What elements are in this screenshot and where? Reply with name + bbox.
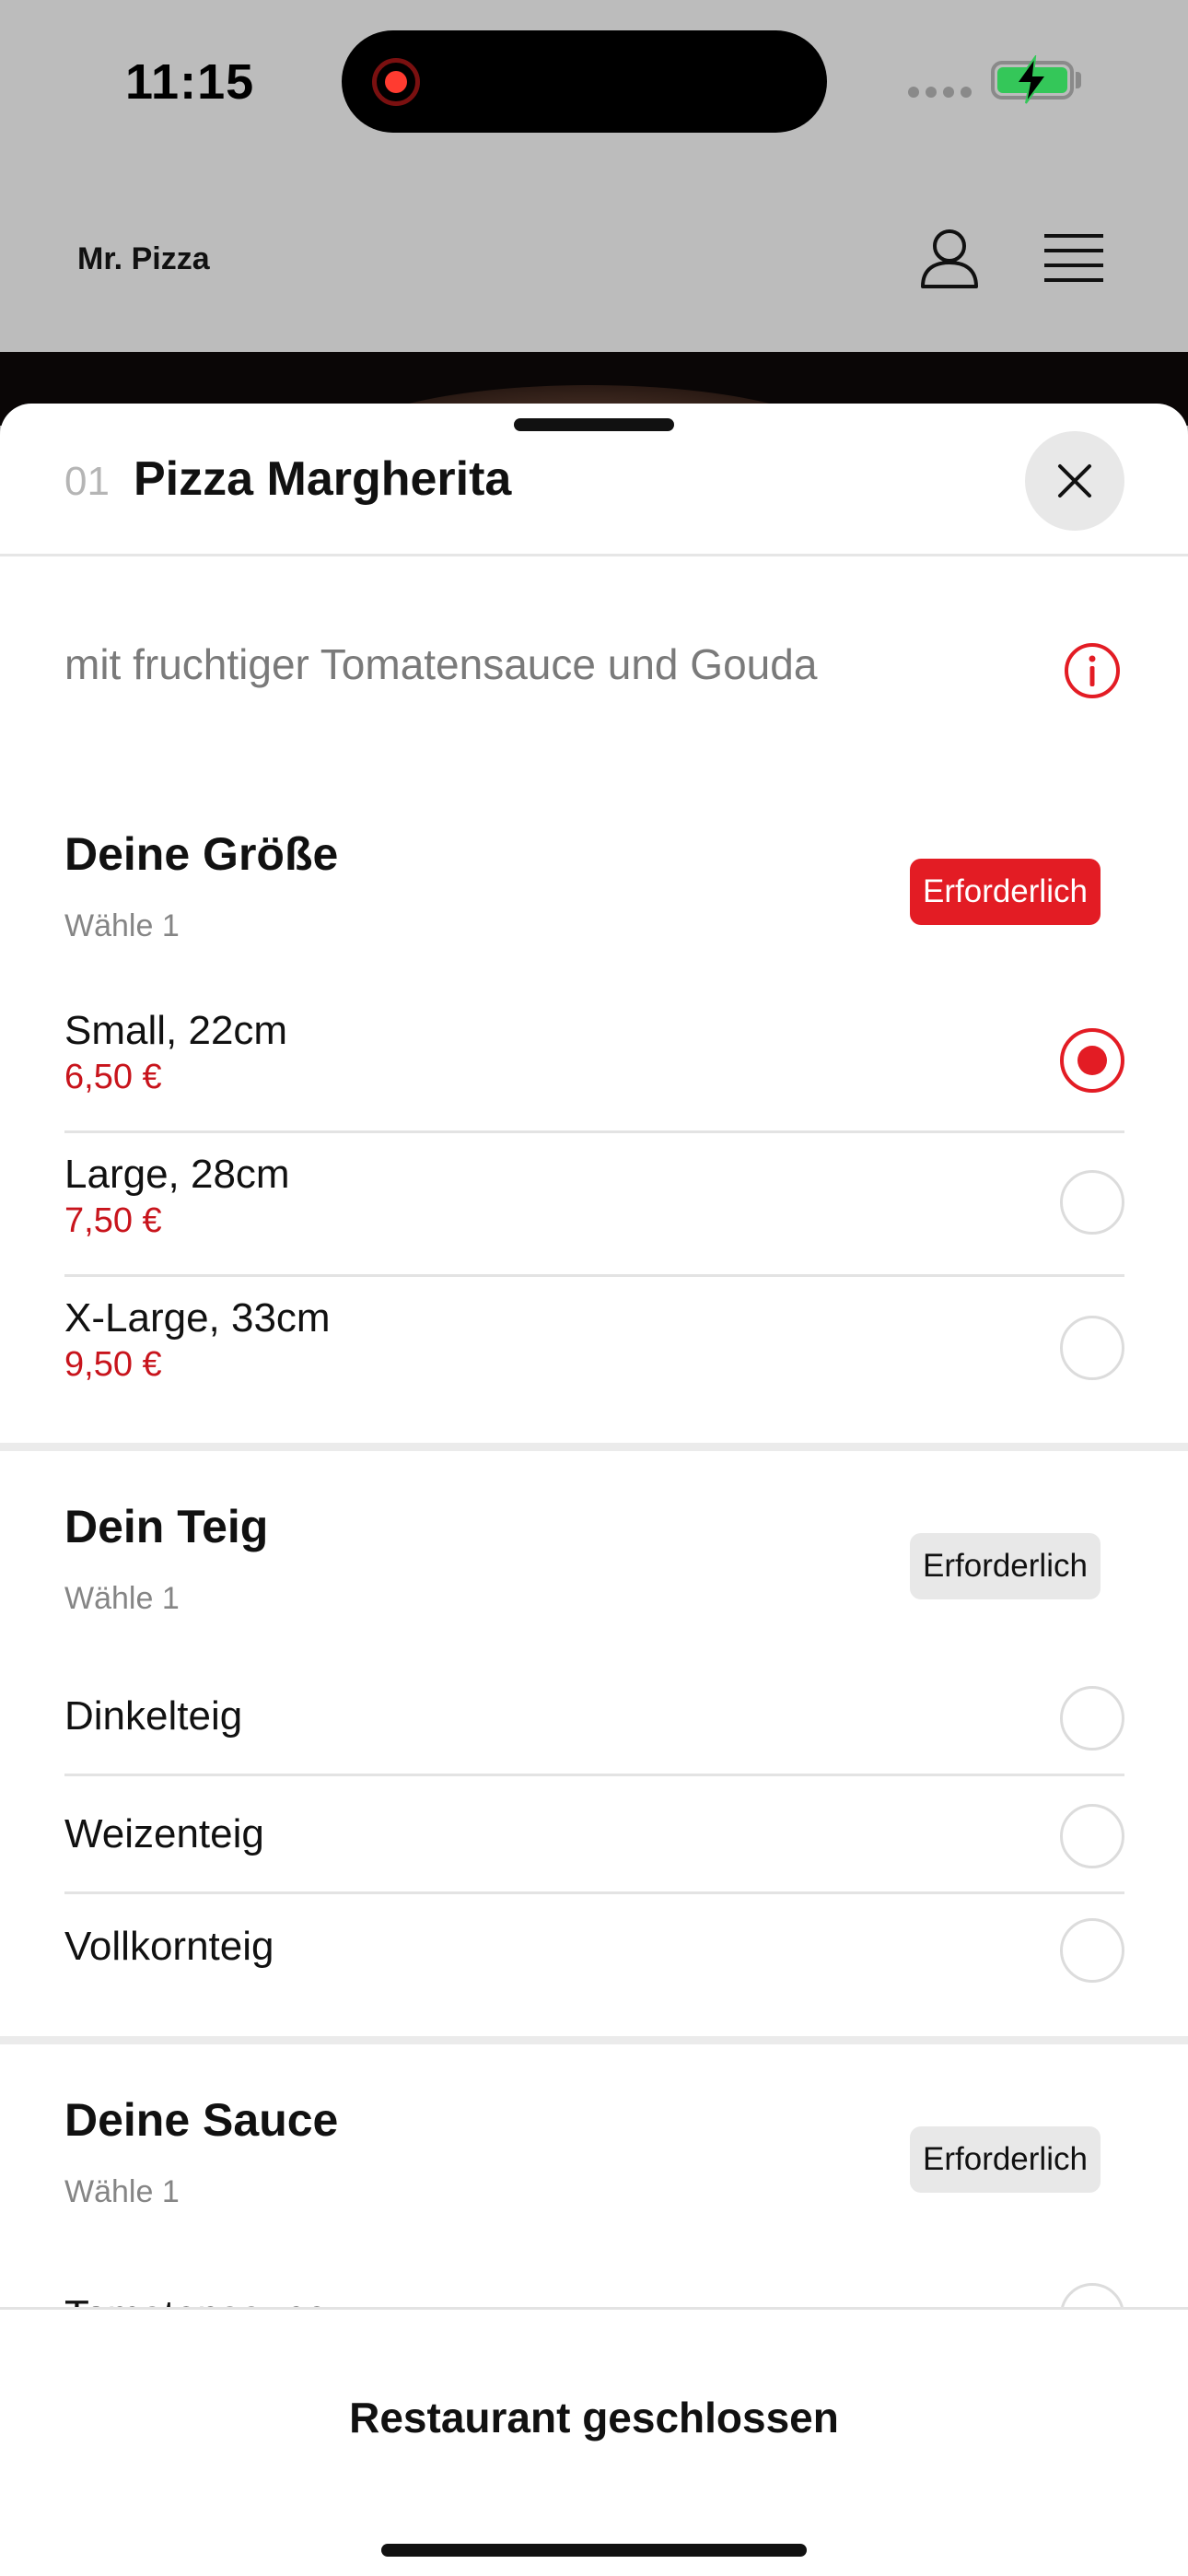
size-required-badge: Erforderlich bbox=[910, 859, 1101, 925]
sauce-required-badge: Erforderlich bbox=[910, 2126, 1101, 2193]
sauce-title: Deine Sauce bbox=[64, 2094, 339, 2146]
size-option-xlarge[interactable]: X-Large, 33cm 9,50 € bbox=[64, 1277, 1124, 1391]
option-label: Large, 28cm bbox=[64, 1152, 290, 1197]
dynamic-island bbox=[342, 30, 827, 133]
radio-selected[interactable] bbox=[1060, 1028, 1124, 1093]
option-label: Weizenteig bbox=[64, 1811, 264, 1856]
hamburger-menu-icon[interactable] bbox=[1044, 232, 1103, 284]
size-option-large[interactable]: Large, 28cm 7,50 € bbox=[64, 1133, 1124, 1277]
radio-unselected[interactable] bbox=[1060, 1170, 1124, 1235]
screen-recording-icon bbox=[372, 58, 420, 106]
status-time: 11:15 bbox=[125, 54, 255, 110]
user-icon[interactable] bbox=[917, 226, 982, 290]
item-number: 01 bbox=[64, 459, 110, 504]
item-description: mit fruchtiger Tomatensauce und Gouda bbox=[64, 640, 818, 688]
radio-unselected[interactable] bbox=[1060, 1918, 1124, 1983]
close-button[interactable] bbox=[1025, 431, 1124, 531]
size-subtitle: Wähle 1 bbox=[64, 908, 180, 943]
option-label: X-Large, 33cm bbox=[64, 1295, 331, 1341]
item-title: Pizza Margherita bbox=[134, 452, 512, 506]
section-divider bbox=[0, 2036, 1188, 2044]
option-price: 9,50 € bbox=[64, 1345, 162, 1384]
charging-bolt-icon bbox=[1015, 55, 1048, 104]
radio-unselected[interactable] bbox=[1060, 1686, 1124, 1751]
app-header: Mr. Pizza bbox=[0, 166, 1188, 352]
option-label: Dinkelteig bbox=[64, 1693, 243, 1739]
dough-title: Dein Teig bbox=[64, 1501, 269, 1552]
radio-unselected[interactable] bbox=[1060, 1316, 1124, 1380]
cellular-signal-icon bbox=[908, 87, 972, 98]
order-footer: Restaurant geschlossen bbox=[0, 2307, 1188, 2576]
dough-option-dinkel[interactable]: Dinkelteig bbox=[64, 1658, 1124, 1776]
battery-cap bbox=[1076, 72, 1081, 88]
info-icon[interactable] bbox=[1063, 641, 1122, 700]
option-label: Small, 22cm bbox=[64, 1008, 288, 1053]
section-divider bbox=[0, 1443, 1188, 1451]
dough-option-weizen[interactable]: Weizenteig bbox=[64, 1776, 1124, 1894]
home-indicator[interactable] bbox=[381, 2544, 807, 2557]
dough-subtitle: Wähle 1 bbox=[64, 1581, 180, 1616]
dough-option-vollkorn[interactable]: Vollkornteig bbox=[64, 1894, 1124, 2012]
product-sheet: 01 Pizza Margherita mit fruchtiger Tomat… bbox=[0, 404, 1188, 2576]
dough-required-badge: Erforderlich bbox=[910, 1533, 1101, 1599]
status-bar: 11:15 bbox=[0, 0, 1188, 166]
restaurant-closed-status: Restaurant geschlossen bbox=[349, 2394, 839, 2441]
option-label: Vollkornteig bbox=[64, 1924, 274, 1969]
radio-unselected[interactable] bbox=[1060, 1804, 1124, 1868]
size-title: Deine Größe bbox=[64, 828, 339, 880]
close-icon bbox=[1058, 464, 1091, 498]
option-price: 6,50 € bbox=[64, 1058, 162, 1096]
sheet-header: 01 Pizza Margherita bbox=[0, 404, 1188, 556]
brand-name[interactable]: Mr. Pizza bbox=[77, 241, 210, 277]
sauce-subtitle: Wähle 1 bbox=[64, 2174, 180, 2209]
option-price: 7,50 € bbox=[64, 1201, 162, 1240]
size-option-small[interactable]: Small, 22cm 6,50 € bbox=[64, 986, 1124, 1133]
